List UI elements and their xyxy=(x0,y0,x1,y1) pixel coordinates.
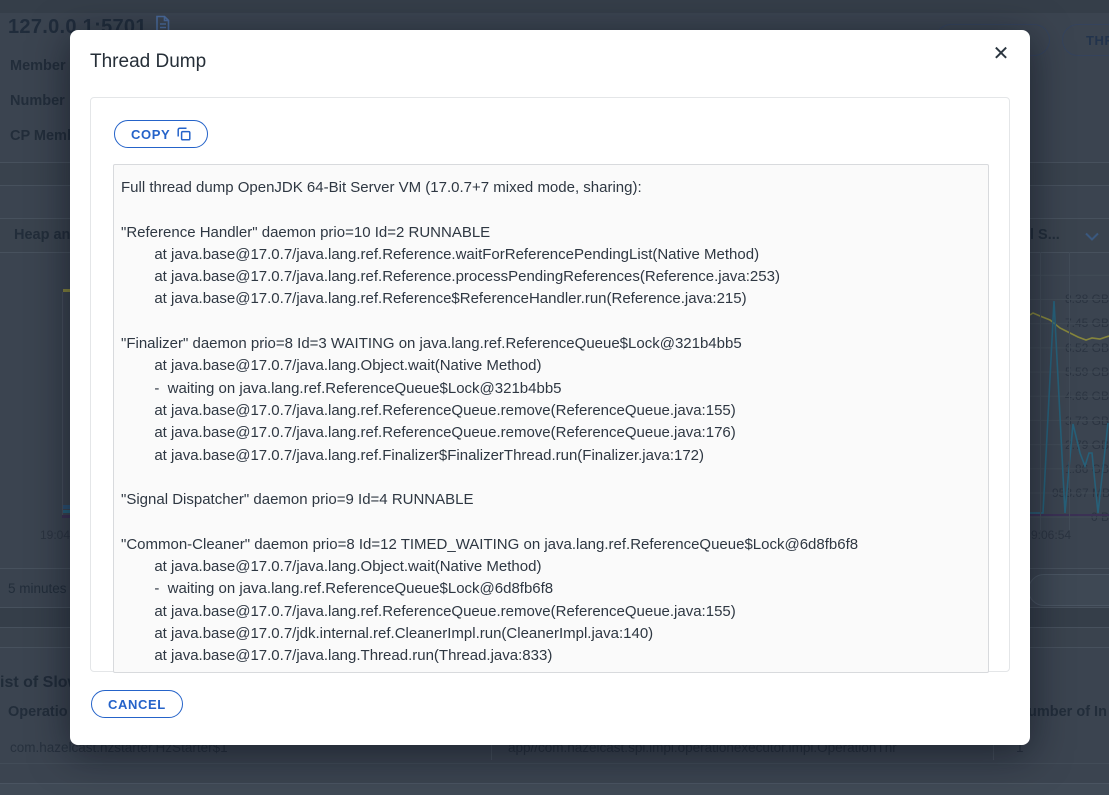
cancel-button[interactable]: CANCEL xyxy=(91,690,183,718)
copy-icon xyxy=(177,127,191,141)
copy-button[interactable]: COPY xyxy=(114,120,208,148)
thread-dump-modal: Thread Dump ✕ COPY Full thread dump Open… xyxy=(70,30,1030,745)
thread-dump-text: Full thread dump OpenJDK 64-Bit Server V… xyxy=(114,165,988,673)
dump-container: COPY Full thread dump OpenJDK 64-Bit Ser… xyxy=(90,97,1010,672)
app-root: 127.0.0.1:5701 Member Number CP Memb THR… xyxy=(0,0,1109,795)
modal-title: Thread Dump xyxy=(90,51,206,73)
copy-button-label: COPY xyxy=(131,127,170,142)
thread-dump-textarea[interactable]: Full thread dump OpenJDK 64-Bit Server V… xyxy=(113,164,989,673)
close-icon[interactable]: ✕ xyxy=(986,39,1016,69)
cancel-button-label: CANCEL xyxy=(108,697,166,712)
